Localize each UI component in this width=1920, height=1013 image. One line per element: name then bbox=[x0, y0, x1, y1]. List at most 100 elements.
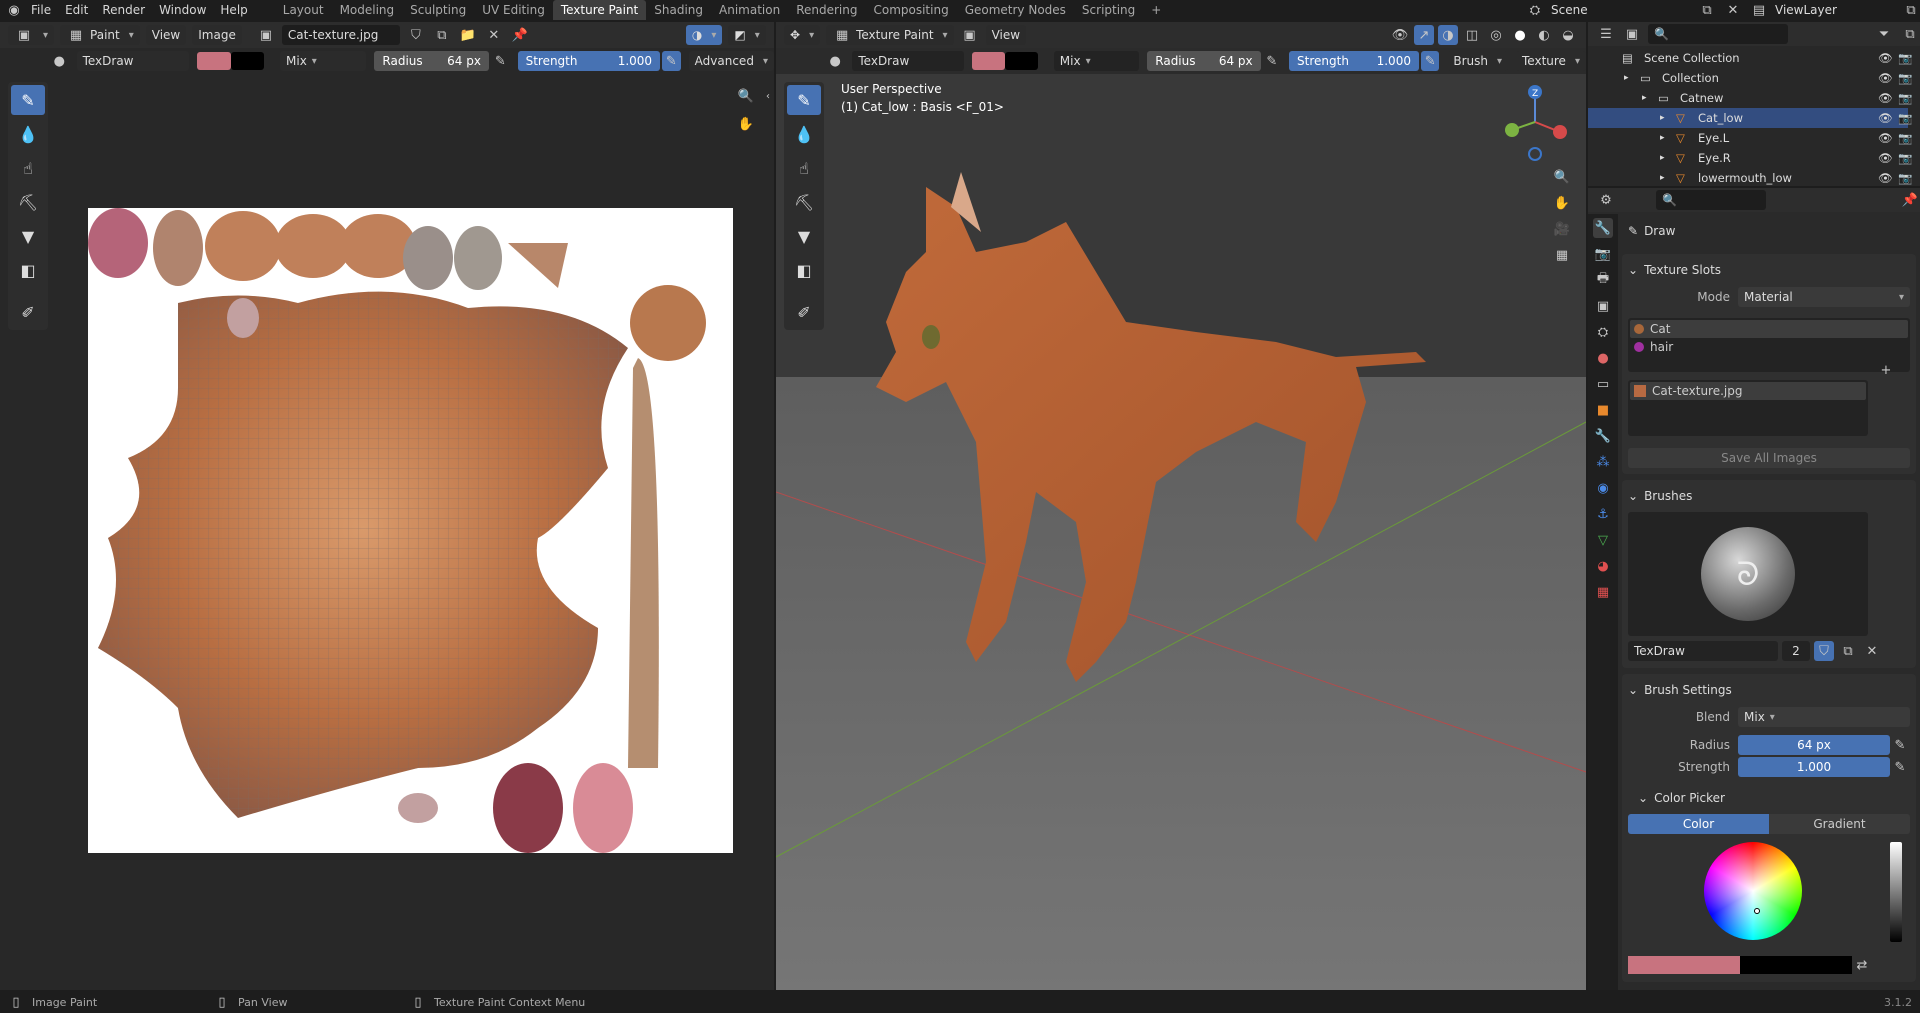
duplicate-brush-icon[interactable]: ⧉ bbox=[1838, 641, 1858, 661]
tab-uv-editing[interactable]: UV Editing bbox=[474, 0, 553, 20]
secondary-color-swatch[interactable] bbox=[230, 52, 264, 70]
render-camera-icon[interactable]: 📷 bbox=[1898, 151, 1912, 165]
settings-strength-slider[interactable]: 1.000 bbox=[1738, 757, 1890, 777]
material-shading-icon[interactable]: ◐ bbox=[1534, 25, 1554, 45]
strength-pressure-icon[interactable]: ✎ bbox=[662, 51, 681, 71]
texture-menu[interactable]: Texture bbox=[1516, 51, 1586, 71]
copy-view-layer-icon[interactable]: ⧉ bbox=[1901, 0, 1920, 20]
outliner-row[interactable]: ▸ ▭ Catnew 👁 📷 bbox=[1588, 88, 1912, 108]
expand-arrow-icon[interactable]: ▸ bbox=[1660, 153, 1676, 163]
radius-pressure-icon[interactable]: ✎ bbox=[491, 51, 510, 71]
viewport-radius-slider[interactable]: Radius 64 px bbox=[1147, 51, 1261, 71]
data-tab-icon[interactable]: ▽ bbox=[1593, 530, 1613, 550]
viewport-fill-tool-icon[interactable]: ▼ bbox=[787, 221, 821, 251]
tab-shading[interactable]: Shading bbox=[646, 0, 711, 20]
texture-tab-icon[interactable]: ▦ bbox=[1593, 582, 1613, 602]
constraints-tab-icon[interactable]: ⚓ bbox=[1593, 504, 1613, 524]
image-name-field[interactable]: Cat-texture.jpg bbox=[281, 25, 400, 45]
expand-arrow-icon[interactable]: ▸ bbox=[1660, 113, 1676, 123]
brush-name-field[interactable]: TexDraw bbox=[76, 51, 190, 71]
viewport-secondary-color-swatch[interactable] bbox=[1004, 52, 1038, 70]
wireframe-shading-icon[interactable]: ◎ bbox=[1486, 25, 1506, 45]
gradient-tab[interactable]: Gradient bbox=[1769, 814, 1910, 834]
eye-icon[interactable]: 👁 bbox=[1878, 151, 1893, 165]
collapse-sidebar-icon[interactable]: ‹ bbox=[758, 86, 778, 106]
viewport-strength-slider[interactable]: Strength 1.000 bbox=[1289, 51, 1419, 71]
draw-tool-icon[interactable]: ✎ bbox=[11, 85, 45, 115]
save-all-images-button[interactable]: Save All Images bbox=[1628, 448, 1910, 468]
pin-icon[interactable]: 📌 bbox=[510, 25, 530, 45]
display-mode-icon[interactable]: ▣ bbox=[1622, 24, 1642, 44]
swap-colors-icon[interactable]: ⇄ bbox=[1852, 955, 1872, 975]
strength-slider[interactable]: Strength 1.000 bbox=[517, 51, 661, 71]
overlays-button[interactable]: ◑ bbox=[685, 25, 723, 45]
brush-preview[interactable]: ᘐ bbox=[1628, 512, 1868, 636]
viewport-soften-tool-icon[interactable]: 💧 bbox=[787, 119, 821, 149]
viewport-clone-tool-icon[interactable]: ⛏ bbox=[787, 187, 821, 217]
color-picker-header[interactable]: ⌄ Color Picker bbox=[1628, 786, 1910, 810]
unlink-image-icon[interactable]: ✕ bbox=[484, 25, 504, 45]
brush-menu[interactable]: Brush bbox=[1447, 51, 1509, 71]
physics-tab-icon[interactable]: ◉ bbox=[1593, 478, 1613, 498]
advanced-menu[interactable]: Advanced bbox=[688, 51, 774, 71]
3d-viewport[interactable]: ✥ ▦Texture Paint ▣ View 👁 ↗ ◑ ◫ ◎ ● ◐ ◒ … bbox=[776, 22, 1586, 990]
navigation-gizmo[interactable]: Z bbox=[1500, 82, 1570, 162]
paint-color-swatch[interactable] bbox=[1628, 956, 1740, 974]
viewport-primary-color-swatch[interactable] bbox=[971, 52, 1005, 70]
collection-tab-icon[interactable]: ▭ bbox=[1593, 374, 1613, 394]
viewport-view-menu[interactable]: View bbox=[985, 25, 1027, 45]
image-slot-item[interactable]: Cat-texture.jpg bbox=[1630, 382, 1866, 400]
outliner-search-input[interactable]: 🔍 bbox=[1648, 24, 1788, 44]
uv-texture-canvas[interactable] bbox=[88, 208, 733, 853]
tool-tab-icon[interactable]: 🔧 bbox=[1593, 218, 1613, 238]
xray-icon[interactable]: ◫ bbox=[1462, 25, 1482, 45]
tab-layout[interactable]: Layout bbox=[275, 0, 332, 20]
scene-name-field[interactable]: Scene bbox=[1551, 3, 1691, 17]
view-layer-icon[interactable]: ▤ bbox=[1749, 0, 1769, 20]
tab-sculpting[interactable]: Sculpting bbox=[402, 0, 474, 20]
tab-rendering[interactable]: Rendering bbox=[788, 0, 865, 20]
render-camera-icon[interactable]: 📷 bbox=[1898, 131, 1912, 145]
fake-user-shield-icon[interactable]: ⛉ bbox=[1814, 641, 1834, 661]
blend-mode-dropdown[interactable]: Mix bbox=[280, 51, 367, 71]
outliner-row[interactable]: ▤ Scene Collection 👁 📷 bbox=[1588, 48, 1912, 68]
view-layer-name-field[interactable]: ViewLayer bbox=[1775, 3, 1895, 17]
menu-edit[interactable]: Edit bbox=[58, 0, 95, 20]
outliner-row[interactable]: ▸ ▭ Collection 👁 📷 bbox=[1588, 68, 1912, 88]
new-image-icon[interactable]: ⧉ bbox=[432, 25, 452, 45]
render-camera-icon[interactable]: 📷 bbox=[1898, 71, 1912, 85]
camera-view-icon[interactable]: 🎥 bbox=[1552, 219, 1572, 239]
viewport-annotate-tool-icon[interactable]: ✐ bbox=[787, 297, 821, 327]
object-tab-icon[interactable]: ■ bbox=[1593, 400, 1613, 420]
rendered-shading-icon[interactable]: ◒ bbox=[1558, 25, 1578, 45]
soften-tool-icon[interactable]: 💧 bbox=[11, 119, 45, 149]
eye-icon[interactable]: 👁 bbox=[1878, 91, 1893, 105]
eye-icon[interactable]: 👁 bbox=[1878, 111, 1893, 125]
open-image-icon[interactable]: 📁 bbox=[458, 25, 478, 45]
viewport-smear-tool-icon[interactable]: ☝ bbox=[787, 153, 821, 183]
color-wheel[interactable] bbox=[1704, 842, 1802, 940]
viewport-blend-dropdown[interactable]: Mix bbox=[1053, 51, 1140, 71]
expand-arrow-icon[interactable]: ▸ bbox=[1660, 133, 1676, 143]
settings-radius-slider[interactable]: 64 px bbox=[1738, 735, 1890, 755]
tab-geometry-nodes[interactable]: Geometry Nodes bbox=[957, 0, 1074, 20]
blender-logo-icon[interactable]: ◉ bbox=[4, 0, 24, 20]
unlink-brush-icon[interactable]: ✕ bbox=[1862, 641, 1882, 661]
cat-model[interactable] bbox=[776, 22, 1586, 990]
particles-tab-icon[interactable]: ⁂ bbox=[1593, 452, 1613, 472]
brushes-header[interactable]: ⌄ Brushes bbox=[1628, 484, 1910, 508]
pan-hand-icon[interactable]: ✋ bbox=[736, 114, 756, 134]
menu-file[interactable]: File bbox=[24, 0, 58, 20]
add-workspace-button[interactable]: + bbox=[1143, 0, 1169, 20]
ortho-grid-icon[interactable]: ▦ bbox=[1552, 245, 1572, 265]
tab-scripting[interactable]: Scripting bbox=[1074, 0, 1143, 20]
viewport-pan-icon[interactable]: ✋ bbox=[1552, 193, 1572, 213]
outliner-row[interactable]: ▸ ▽ Eye.L 👁 📷 bbox=[1588, 128, 1912, 148]
eye-icon[interactable]: 👁 bbox=[1878, 131, 1893, 145]
output-tab-icon[interactable]: 🖶 bbox=[1593, 270, 1613, 290]
viewport-mask-tool-icon[interactable]: ◧ bbox=[787, 255, 821, 285]
visibility-icon[interactable]: 👁 bbox=[1390, 25, 1410, 45]
delete-scene-icon[interactable]: ✕ bbox=[1723, 0, 1743, 20]
value-slider[interactable] bbox=[1890, 842, 1902, 942]
brush-datablock-name[interactable]: TexDraw bbox=[1628, 641, 1778, 661]
